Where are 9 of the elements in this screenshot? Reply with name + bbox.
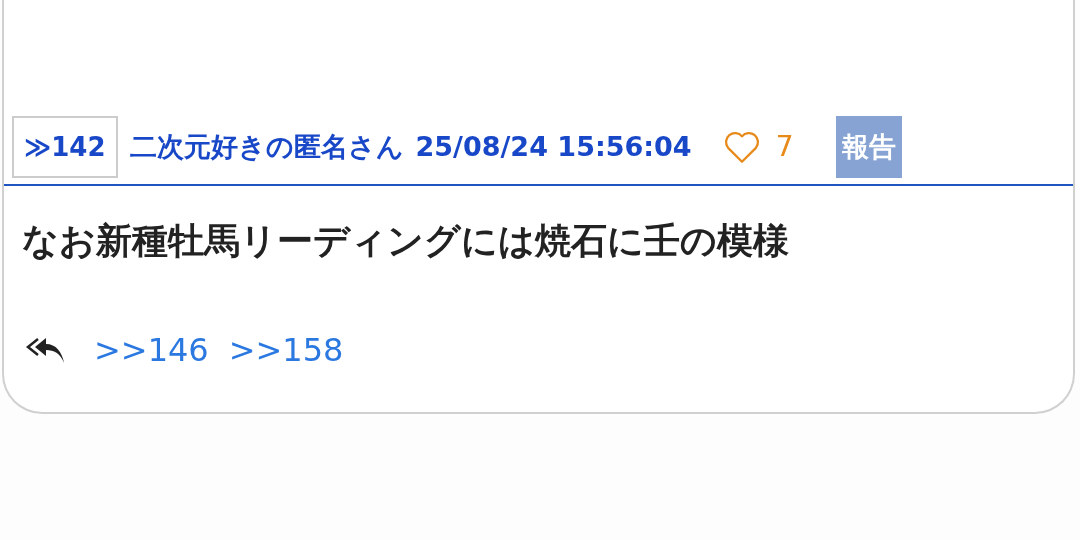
author-name: 二次元好きの匿名さん (129, 129, 404, 164)
report-button[interactable]: 報告 (835, 116, 902, 178)
reply-link[interactable]: >>146 (94, 326, 209, 374)
post-timestamp: 25/08/24 15:56:04 (415, 129, 692, 164)
reply-all-icon (24, 335, 66, 365)
reply-link[interactable]: >>158 (228, 326, 344, 374)
like-button[interactable]: 7 (721, 126, 794, 168)
post-number-button[interactable]: ≫142 (12, 116, 118, 178)
post-body: なお新種牡馬リーディングには焼石に壬の模様 (21, 219, 790, 263)
